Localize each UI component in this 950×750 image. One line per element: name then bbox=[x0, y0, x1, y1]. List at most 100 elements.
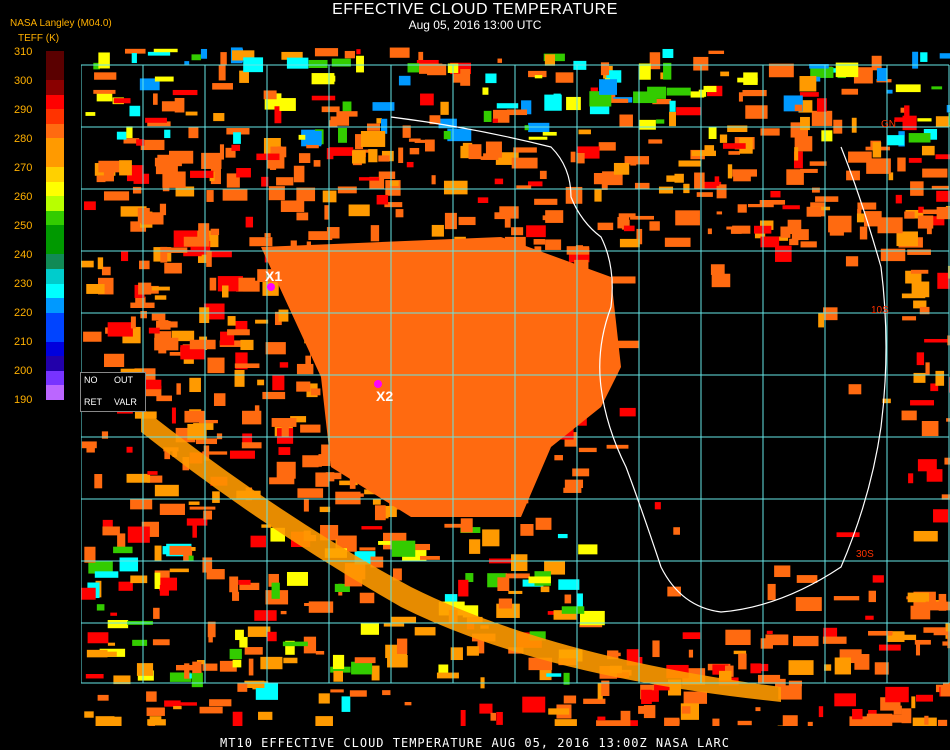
cloud-pixel bbox=[151, 313, 166, 321]
colorbar-swatch bbox=[46, 298, 64, 313]
cloud-pixel bbox=[103, 166, 114, 182]
cloud-pixel bbox=[716, 211, 723, 215]
cloud-pixel bbox=[765, 634, 789, 646]
cloud-pixel bbox=[164, 129, 171, 139]
cloud-pixel bbox=[147, 471, 158, 475]
cloud-pixel bbox=[649, 221, 660, 231]
cloud-pixel bbox=[107, 322, 133, 337]
cloud-pixel bbox=[719, 134, 728, 143]
colorbar-tick-label: 260 bbox=[14, 191, 33, 203]
cloud-pixel bbox=[652, 640, 660, 658]
marker-x2-label: X2 bbox=[376, 388, 394, 404]
cloud-pixel bbox=[852, 708, 863, 720]
cloud-pixel bbox=[371, 665, 380, 681]
cloud-pixel bbox=[132, 639, 148, 646]
cloud-pixel bbox=[513, 147, 537, 153]
cloud-pixel bbox=[897, 157, 906, 172]
cloud-pixel bbox=[254, 610, 277, 621]
marker-x1-label: X1 bbox=[265, 268, 283, 284]
cloud-pixel bbox=[318, 693, 330, 704]
cloud-pixel bbox=[766, 630, 773, 635]
cloud-pixel bbox=[119, 160, 132, 176]
cloud-pixel bbox=[161, 101, 176, 112]
cloud-pixel bbox=[129, 105, 141, 117]
cloud-pixel bbox=[84, 546, 96, 563]
cloud-pixel bbox=[81, 260, 94, 268]
cloud-pixel bbox=[154, 484, 179, 497]
cloud-pixel bbox=[922, 168, 948, 178]
cloud-pixel bbox=[497, 58, 503, 63]
cloud-pixel bbox=[885, 696, 908, 701]
cloud-pixel bbox=[199, 706, 223, 714]
cloud-pixel bbox=[812, 187, 820, 193]
cloud-pixel bbox=[338, 127, 347, 143]
cloud-pixel bbox=[936, 190, 950, 202]
cloud-pixel bbox=[152, 639, 170, 646]
cloud-pixel bbox=[545, 210, 564, 223]
cloud-pixel bbox=[201, 152, 222, 169]
cloud-pixel bbox=[231, 144, 241, 151]
cloud-pixel bbox=[209, 277, 217, 291]
cloud-pixel bbox=[156, 395, 172, 402]
cloud-pixel bbox=[910, 269, 929, 274]
cloud-pixel bbox=[311, 73, 335, 85]
cloud-pixel bbox=[630, 157, 637, 166]
cloud-pixel bbox=[841, 88, 859, 95]
cloud-pixel bbox=[356, 49, 361, 55]
cloud-pixel bbox=[505, 573, 530, 579]
cloud-pixel bbox=[398, 147, 404, 164]
cloud-pixel bbox=[126, 446, 133, 453]
cloud-pixel bbox=[333, 670, 344, 682]
cloud-pixel bbox=[352, 150, 366, 164]
cloud-pixel bbox=[690, 91, 705, 98]
cloud-pixel bbox=[348, 204, 370, 217]
colorbar-swatch bbox=[46, 283, 64, 299]
cloud-pixel bbox=[374, 505, 386, 521]
cloud-pixel bbox=[757, 674, 781, 684]
cloud-pixel bbox=[598, 142, 616, 151]
cloud-pixel bbox=[207, 357, 225, 374]
cloud-pixel bbox=[236, 168, 251, 178]
cloud-pixel bbox=[935, 116, 950, 127]
cloud-pixel bbox=[283, 657, 298, 664]
cloud-pixel bbox=[578, 129, 591, 135]
cloud-pixel bbox=[360, 130, 386, 147]
cloud-pixel bbox=[234, 363, 260, 369]
cloud-pixel bbox=[913, 372, 926, 383]
cloud-pixel bbox=[159, 584, 169, 596]
cloud-pixel bbox=[206, 569, 225, 580]
cloud-pixel bbox=[126, 473, 151, 483]
cloud-pixel bbox=[255, 319, 269, 324]
cloud-pixel bbox=[648, 139, 663, 144]
cloud-pixel bbox=[151, 286, 170, 291]
map-lat-label: 30S bbox=[856, 549, 874, 560]
cloud-pixel bbox=[872, 142, 882, 158]
cloud-pixel bbox=[189, 339, 216, 350]
cloud-pixel bbox=[477, 197, 489, 203]
cloud-pixel bbox=[851, 117, 857, 133]
cloud-pixel bbox=[141, 212, 164, 225]
cloud-pixel bbox=[916, 352, 925, 366]
cloud-pixel bbox=[896, 231, 918, 247]
cloud-pixel bbox=[795, 597, 822, 612]
cloud-pixel bbox=[482, 87, 489, 95]
cloud-pixel bbox=[511, 227, 524, 236]
colorbar-tick-label: 230 bbox=[14, 278, 33, 290]
cloud-pixel bbox=[175, 186, 195, 197]
cloud-pixel bbox=[458, 579, 469, 597]
page-title: EFFECTIVE CLOUD TEMPERATURE bbox=[332, 1, 618, 18]
units-label: TEFF (K) bbox=[18, 33, 60, 44]
cloud-pixel bbox=[159, 503, 185, 515]
cloud-pixel bbox=[176, 383, 181, 395]
cloud-pixel bbox=[358, 177, 380, 181]
cloud-pixel bbox=[921, 420, 939, 437]
cloud-pixel bbox=[280, 200, 305, 212]
cloud-pixel bbox=[85, 112, 96, 116]
cloud-pixel bbox=[188, 501, 200, 505]
cloud-pixel bbox=[886, 135, 905, 146]
cloud-pixel bbox=[199, 307, 210, 324]
cloud-pixel bbox=[126, 126, 133, 139]
colorbar-tick-label: 290 bbox=[14, 104, 33, 116]
cloud-pixel bbox=[630, 215, 655, 220]
cloud-pixel bbox=[359, 592, 375, 604]
